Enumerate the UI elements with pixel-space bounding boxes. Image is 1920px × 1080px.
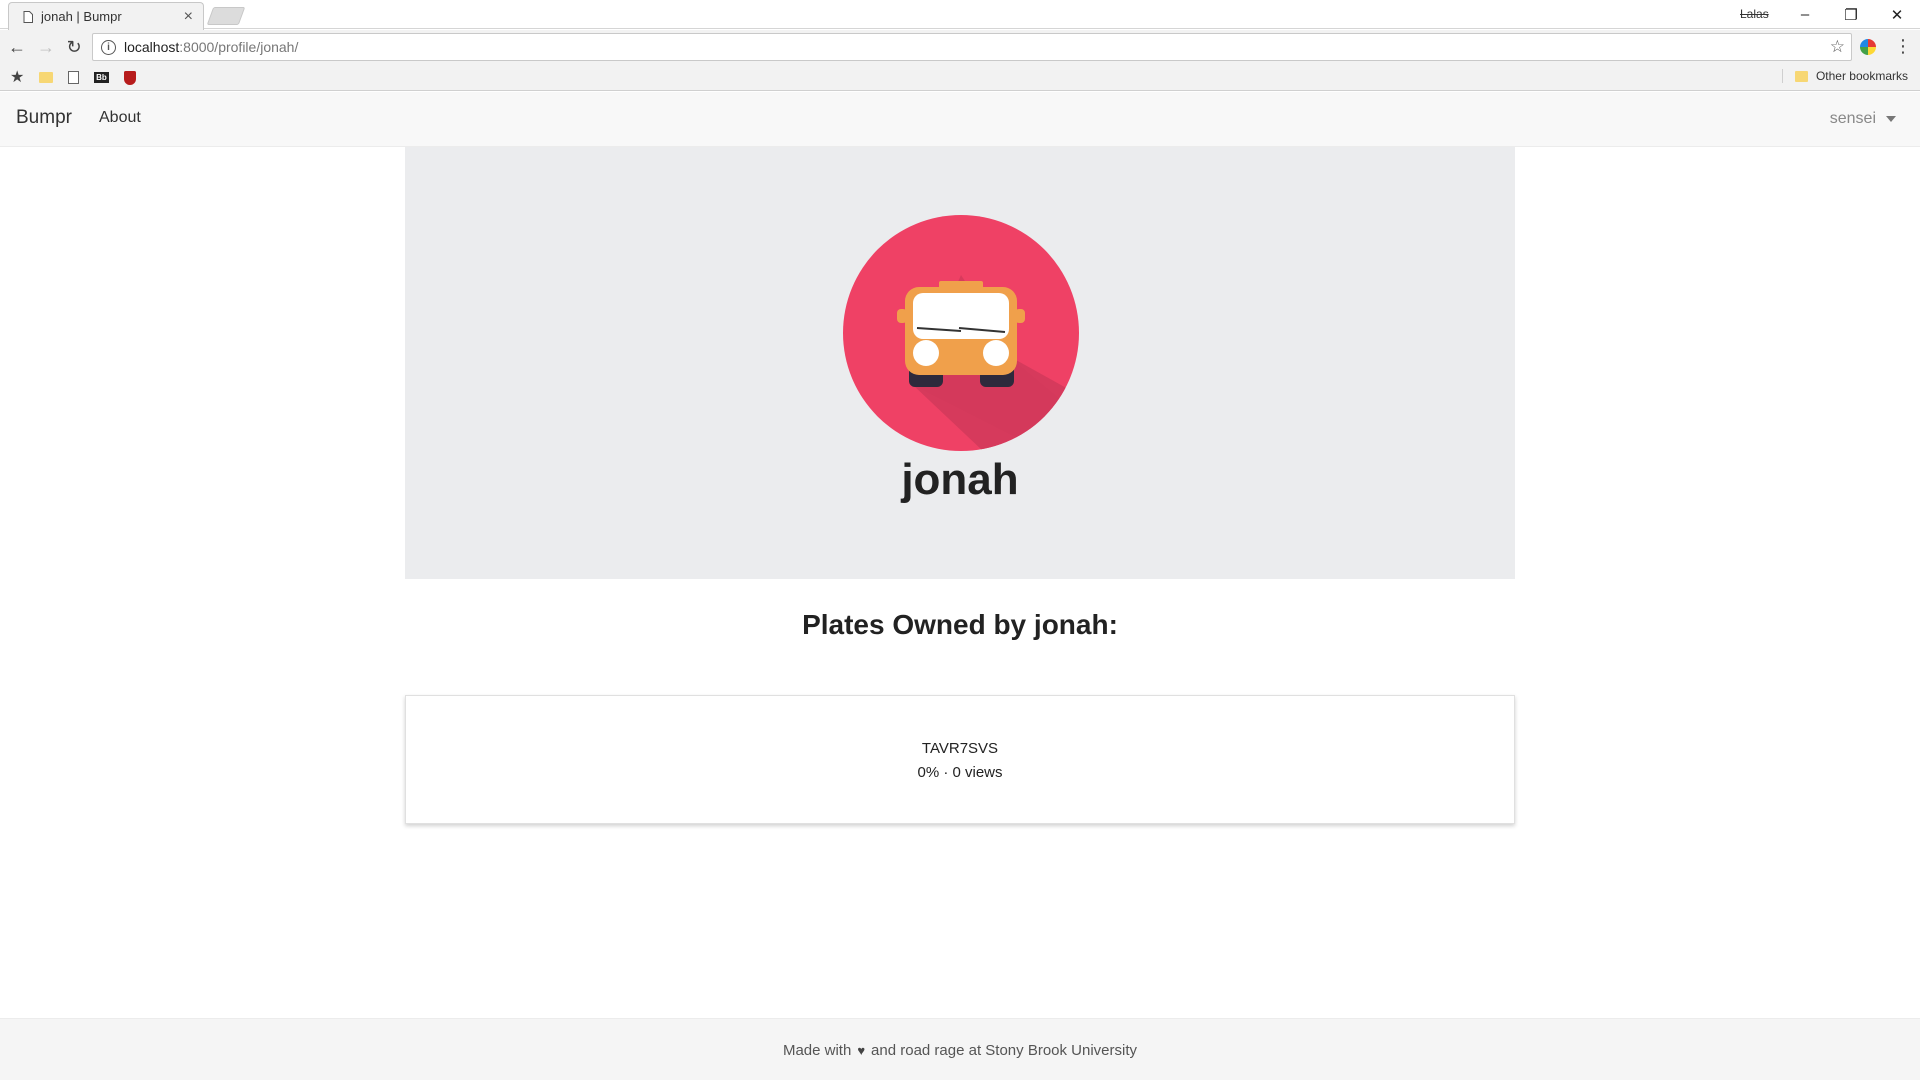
plates-heading-prefix: Plates Owned by xyxy=(802,609,1034,640)
tab-close-icon[interactable]: × xyxy=(184,8,193,25)
user-name: sensei xyxy=(1829,110,1876,127)
window-controls: – ❐ ✕ xyxy=(1782,0,1920,29)
bookmark-folder-icon[interactable] xyxy=(39,72,53,83)
brand-link[interactable]: Bumpr xyxy=(16,107,72,129)
profile-hero: jonah xyxy=(405,147,1515,579)
nav-about-link[interactable]: About xyxy=(99,109,141,127)
bookmark-page-icon[interactable] xyxy=(68,71,79,84)
plate-stats: 0% · 0 views xyxy=(917,764,1003,781)
plate-card[interactable]: TAVR7SVS 0% · 0 views xyxy=(405,695,1515,824)
plate-number[interactable]: TAVR7SVS xyxy=(406,740,1514,757)
other-bookmarks[interactable]: Other bookmarks xyxy=(1781,69,1908,83)
url-path: :8000/profile/jonah/ xyxy=(179,39,299,55)
folder-icon xyxy=(1794,70,1808,82)
browser-toolbar: ← → ↻ i localhost:8000/profile/jonah/ ☆ … xyxy=(0,30,1920,64)
window-user-badge[interactable]: Lalas xyxy=(1740,7,1769,21)
forward-icon[interactable]: → xyxy=(31,32,61,62)
minimize-icon[interactable]: – xyxy=(1782,0,1828,29)
avatar xyxy=(843,215,1079,451)
bus-icon xyxy=(897,275,1079,451)
browser-titlebar: jonah | Bumpr × Lalas – ❐ ✕ xyxy=(0,0,1920,30)
site-navbar: Bumpr About sensei xyxy=(0,92,1920,147)
bookmark-shield-icon[interactable] xyxy=(124,71,136,85)
site-footer: Made with ♥ and road rage at Stony Brook U… xyxy=(0,1018,1920,1080)
heart-icon: ♥ xyxy=(857,1043,866,1058)
restore-icon[interactable]: ❐ xyxy=(1828,0,1874,29)
info-icon[interactable]: i xyxy=(101,39,116,55)
plates-heading-suffix: : xyxy=(1108,609,1118,640)
plates-heading-name: jonah xyxy=(1033,609,1109,640)
kebab-menu-icon[interactable]: ⋮ xyxy=(1894,36,1912,57)
url-host: localhost xyxy=(124,39,180,55)
tab-title: jonah | Bumpr xyxy=(41,9,122,24)
browser-tab[interactable]: jonah | Bumpr × xyxy=(8,2,204,30)
footer-text: Made with ♥ and road rage at Stony Brook U… xyxy=(0,1042,1920,1059)
close-window-icon[interactable]: ✕ xyxy=(1874,0,1920,29)
color-extension-icon[interactable] xyxy=(1860,39,1876,55)
bookmarks-bar: ★ Bb Other bookmarks xyxy=(0,64,1920,91)
caret-down-icon xyxy=(1886,116,1896,122)
address-bar[interactable]: i localhost:8000/profile/jonah/ ☆ xyxy=(92,33,1852,61)
reload-icon[interactable]: ↻ xyxy=(59,32,89,62)
bookmarks-star-icon[interactable]: ★ xyxy=(10,67,24,87)
plates-heading: Plates Owned by jonah: xyxy=(405,609,1515,641)
bookmark-bb-icon[interactable]: Bb xyxy=(94,72,109,83)
footer-rest: and road rage at Stony Brook University xyxy=(871,1042,1138,1059)
footer-made-with: Made with xyxy=(782,1042,852,1059)
other-bookmarks-label: Other bookmarks xyxy=(1815,69,1908,83)
page-icon xyxy=(23,10,33,23)
bookmark-star-icon[interactable]: ☆ xyxy=(1830,37,1845,57)
page: Bumpr About sensei jonah Plates Owned by… xyxy=(0,92,1920,1080)
back-icon[interactable]: ← xyxy=(2,32,32,62)
new-tab-button[interactable] xyxy=(206,7,246,25)
profile-username: jonah xyxy=(901,455,1019,504)
user-dropdown[interactable]: sensei xyxy=(1830,110,1896,128)
